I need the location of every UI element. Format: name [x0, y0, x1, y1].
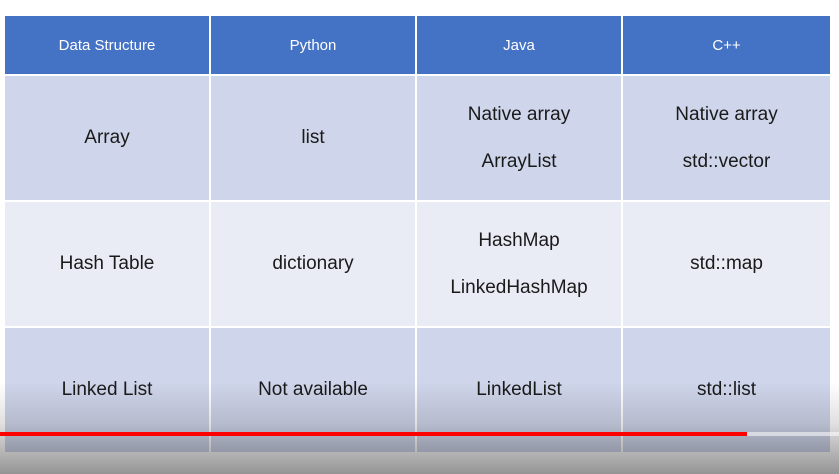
table-header-row: Data Structure Python Java C++: [5, 16, 830, 76]
header-java: Java: [416, 16, 623, 76]
cell-python: dictionary: [210, 201, 417, 328]
video-progress-played: [0, 432, 747, 436]
cell-structure: Hash Table: [5, 201, 211, 328]
cell-java-line: HashMap: [478, 229, 560, 251]
cell-cpp-line: std::vector: [682, 150, 771, 172]
cell-java-line: LinkedHashMap: [450, 276, 588, 298]
header-cpp: C++: [622, 16, 830, 76]
cell-cpp: Native array std::vector: [622, 75, 830, 202]
cell-python: list: [210, 75, 417, 202]
table-row: Hash Table dictionary HashMap LinkedHash…: [5, 201, 830, 328]
cell-structure: Array: [5, 75, 211, 202]
table-row: Array list Native array ArrayList Native…: [5, 75, 830, 202]
cell-java-line: Native array: [467, 103, 571, 125]
cell-cpp-line: Native array: [675, 103, 778, 125]
cell-java: Native array ArrayList: [416, 75, 623, 202]
cell-java-line: ArrayList: [481, 150, 557, 172]
comparison-table: Data Structure Python Java C++ Array lis…: [5, 16, 830, 454]
cell-java: HashMap LinkedHashMap: [416, 201, 623, 328]
cell-cpp: std::map: [622, 201, 830, 328]
video-progress-bar[interactable]: [0, 432, 839, 436]
video-frame: Data Structure Python Java C++ Array lis…: [0, 0, 839, 474]
header-python: Python: [210, 16, 417, 76]
header-data-structure: Data Structure: [5, 16, 211, 76]
